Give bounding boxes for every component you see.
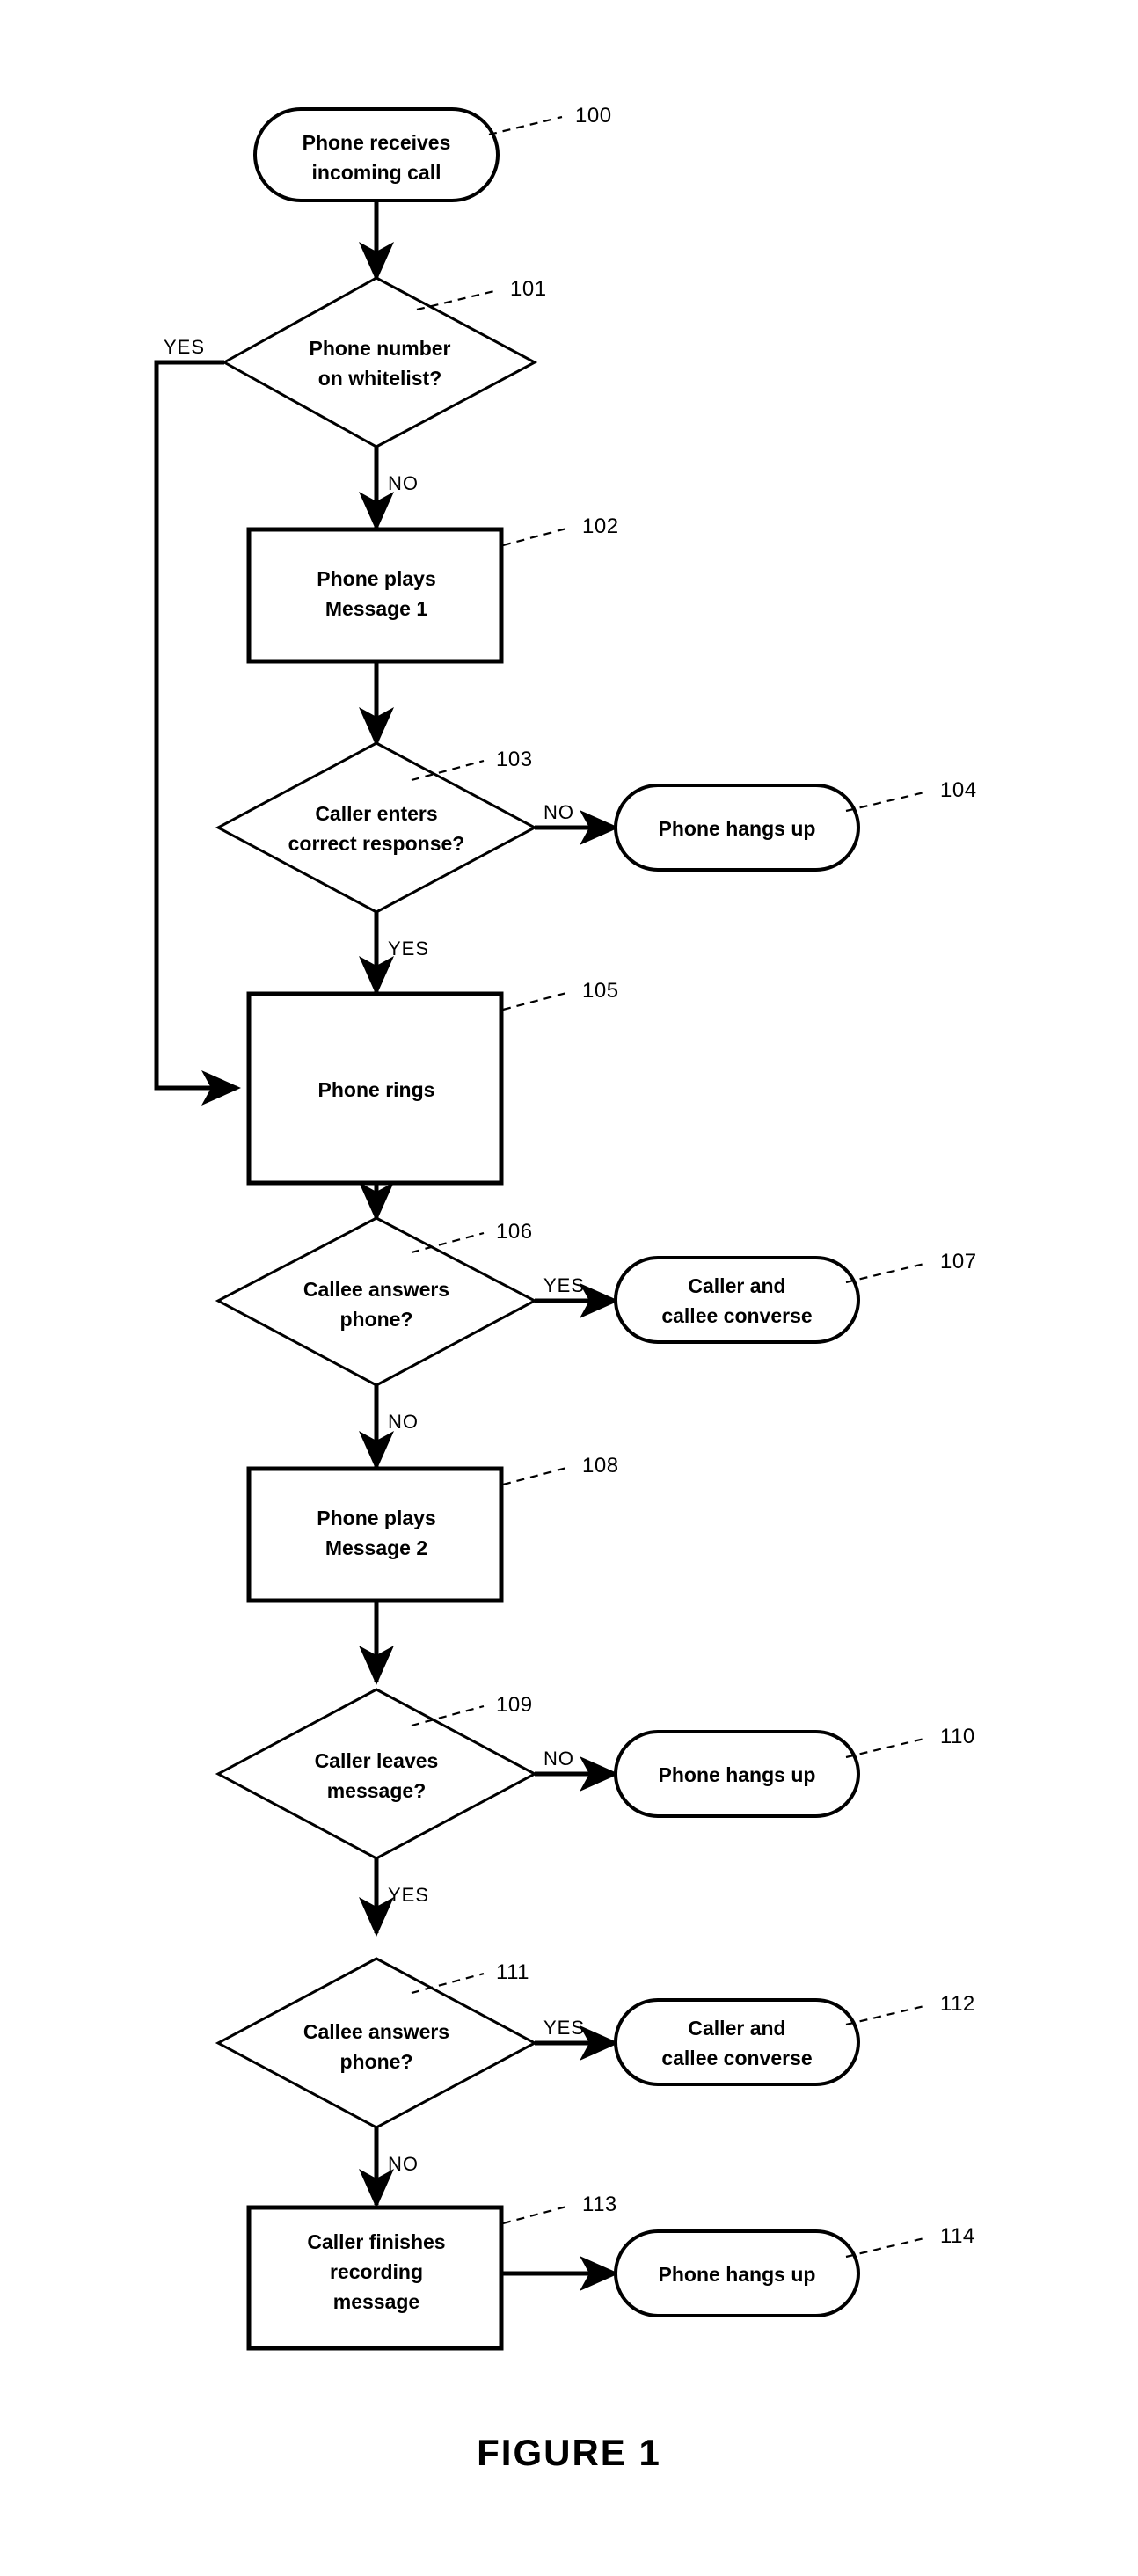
edge-label-101-no: NO [388,472,419,494]
node-111-line2: phone? [339,2050,412,2073]
node-107-caller-and-callee-converse: Caller and callee converse [614,1256,860,1344]
leader-line-113 [502,2204,571,2225]
node-102-line1: Phone plays [317,567,435,590]
leader-line-104 [845,790,929,813]
node-110-line1: Phone hangs up [659,1763,816,1786]
edge-label-111-yes: YES [543,2017,585,2039]
node-112-line1: Caller and [688,2017,785,2040]
node-106-line2: phone? [339,1308,412,1331]
connector-101-yes-to-105 [154,360,242,1106]
leader-line-114 [845,2236,929,2259]
node-109-line2: message? [327,1779,427,1802]
ref-number-111: 111 [496,1960,529,1984]
ref-number-107: 107 [940,1250,977,1273]
node-105-line1: Phone rings [318,1078,435,1101]
edge-label-106-yes: YES [543,1274,585,1296]
node-111-callee-answers-phone: Callee answers phone? [215,1957,538,2129]
node-108-phone-plays-message-2: Phone plays Message 2 [246,1466,504,1603]
leader-line-100 [488,115,563,136]
node-113-line3: message [333,2290,419,2313]
figure-caption: FIGURE 1 [477,2432,661,2473]
node-104-line1: Phone hangs up [659,817,816,840]
ref-number-114: 114 [940,2224,975,2248]
node-110-phone-hangs-up: Phone hangs up [614,1730,860,1818]
leader-line-108 [502,1465,571,1486]
node-101-line1: Phone number [309,337,450,360]
node-112-line2: callee converse [661,2047,812,2069]
ref-number-101: 101 [510,277,547,301]
node-105-phone-rings: Phone rings [246,991,504,1186]
leader-line-102 [502,526,571,547]
node-102-line2: Message 1 [325,597,428,620]
node-101-phone-number-on-whitelist: Phone number on whitelist? [221,276,538,449]
node-103-line2: correct response? [288,832,465,855]
edge-label-106-no: NO [388,1411,419,1433]
node-109-line1: Caller leaves [315,1749,439,1772]
node-103-line1: Caller enters [315,802,437,825]
node-108-line2: Message 2 [325,1536,427,1559]
node-111-line1: Callee answers [303,2020,449,2043]
leader-line-105 [502,990,571,1011]
node-113-line1: Caller finishes [307,2230,445,2253]
node-100-line1: Phone receives [303,131,451,154]
node-112-caller-and-callee-converse: Caller and callee converse [614,1998,860,2086]
ref-number-105: 105 [582,979,619,1003]
ref-number-108: 108 [582,1454,619,1478]
flowchart-canvas: Phone receives incoming call Phone numbe… [154,104,977,2473]
node-103-caller-enters-correct-response: Caller enters correct response? [215,741,538,914]
node-100-phone-receives-incoming-call: Phone receives incoming call [253,107,500,202]
edge-label-109-yes: YES [388,1884,429,1906]
ref-number-109: 109 [496,1693,533,1717]
node-114-phone-hangs-up: Phone hangs up [614,2229,860,2317]
edge-label-103-no: NO [543,801,574,823]
figure-page: Phone receives incoming call Phone numbe… [0,0,1138,2576]
edge-label-109-no: NO [543,1748,574,1770]
edge-label-111-no: NO [388,2153,419,2175]
leader-line-112 [845,2003,929,2026]
node-106-callee-answers-phone: Callee answers phone? [215,1216,538,1387]
ref-number-102: 102 [582,514,619,538]
node-104-phone-hangs-up: Phone hangs up [614,784,860,872]
node-108-line1: Phone plays [317,1507,435,1529]
node-113-line2: recording [330,2260,423,2283]
edge-label-103-yes: YES [388,938,429,960]
node-109-caller-leaves-message: Caller leaves message? [215,1688,538,1860]
ref-number-106: 106 [496,1220,533,1244]
node-114-line1: Phone hangs up [659,2263,816,2286]
node-107-line1: Caller and [688,1274,785,1297]
edge-label-101-yes: YES [164,336,205,358]
node-101-line2: on whitelist? [318,367,442,390]
ref-number-112: 112 [940,1992,975,2016]
node-107-line2: callee converse [661,1304,812,1327]
ref-number-104: 104 [940,778,977,802]
ref-number-103: 103 [496,748,533,771]
leader-line-107 [845,1261,929,1284]
node-106-line1: Callee answers [303,1278,449,1301]
ref-number-100: 100 [575,104,612,128]
node-102-phone-plays-message-1: Phone plays Message 1 [246,527,504,664]
node-113-caller-finishes-recording-message: Caller finishes recording message [246,2205,504,2351]
node-100-line2: incoming call [312,161,441,184]
leader-line-110 [845,1736,929,1759]
ref-number-113: 113 [582,2193,617,2216]
ref-number-110: 110 [940,1725,975,1748]
